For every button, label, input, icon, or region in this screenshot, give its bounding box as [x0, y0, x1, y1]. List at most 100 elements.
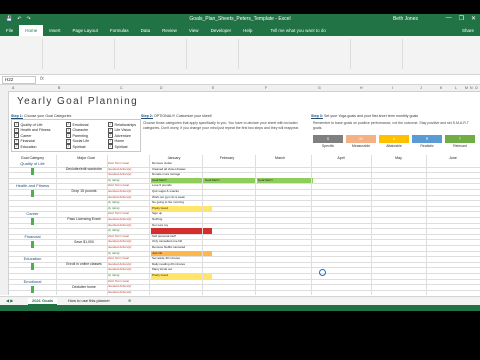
page-title: Yearly Goal Planning	[17, 96, 139, 107]
major-goal-cell[interactable]: Pass Licensing Exam	[61, 217, 107, 222]
minimize-icon[interactable]: —	[446, 15, 452, 22]
category-label: Parenting	[72, 133, 88, 138]
category-checkbox[interactable]: ✓ Life Vision	[108, 127, 132, 133]
goal-category-label: Career	[26, 211, 39, 217]
category-checkbox[interactable]: ✓ Health and Fitness	[14, 127, 50, 133]
goal-category-label: Quality of Life	[20, 161, 45, 166]
smart-letter-box: S	[313, 135, 343, 143]
tab-view[interactable]: View	[183, 28, 205, 33]
tab-data[interactable]: Data	[135, 28, 157, 33]
font-group[interactable]	[44, 39, 115, 69]
tab-page-layout[interactable]: Page Layout	[67, 28, 104, 33]
close-icon[interactable]: ✕	[471, 15, 476, 22]
tab-help[interactable]: Help	[237, 28, 258, 33]
tab-home[interactable]: Home	[19, 25, 44, 36]
major-goal-cell[interactable]: Enroll in online classes	[61, 262, 107, 267]
sheet-tabs: ◀ ▶ 2021 Goals How to use this planner ⊕	[0, 296, 480, 305]
clipboard-group[interactable]	[2, 39, 43, 69]
category-checkbox[interactable]: ✓ Character	[66, 127, 89, 133]
checkbox-icon[interactable]: ✓	[14, 133, 19, 139]
tab-formulas[interactable]: Formulas	[104, 28, 135, 33]
category-checkbox[interactable]: ✓ Spiritual	[108, 144, 128, 150]
goal-category-label: Education	[23, 256, 42, 262]
major-goal-cell[interactable]: Drop 15 pounds	[61, 189, 107, 194]
fx-icon[interactable]: fx	[40, 76, 44, 82]
checkbox-icon[interactable]: ✓	[14, 144, 19, 150]
smart-letter-box: R	[412, 135, 442, 143]
category-checklist: ✓ Quality of Life ✓ Health and Fitness ✓ Care…	[11, 119, 141, 152]
progress-gauge-icon	[31, 263, 34, 271]
share-button[interactable]: Share	[462, 28, 474, 33]
cells-group[interactable]	[352, 39, 403, 69]
checkbox-icon[interactable]: ✓	[14, 122, 19, 127]
category-checkbox[interactable]: ✓ Financial	[14, 138, 35, 144]
category-checkbox[interactable]: ✓ Social Life	[66, 138, 89, 144]
alignment-group[interactable]	[116, 39, 187, 69]
progress-gauge-icon	[31, 190, 34, 198]
tab-review[interactable]: Review	[156, 28, 183, 33]
smart-label: Measurable	[351, 144, 371, 148]
category-label: Emotional	[72, 122, 89, 127]
smart-label: Realistic	[420, 144, 434, 148]
category-label: Education	[20, 144, 37, 149]
worksheet[interactable]: Yearly Goal Planning Step 1: Choose your…	[9, 91, 480, 295]
category-label: Life Vision	[114, 128, 132, 133]
tab-developer[interactable]: Developer	[205, 28, 238, 33]
styles-group[interactable]	[240, 39, 351, 69]
tell-me-search[interactable]: Tell me what you want to do	[270, 28, 326, 33]
row-type-label: Intended Action(s):	[107, 289, 133, 294]
gridline	[56, 155, 57, 295]
gridline	[311, 155, 312, 295]
sheet-tab-how-to[interactable]: How to use this planner	[64, 298, 114, 304]
major-goal-cell[interactable]: Save $1,000	[61, 240, 107, 245]
checkbox-icon[interactable]: ✓	[66, 138, 71, 144]
number-group[interactable]	[188, 39, 239, 69]
ribbon-tabs: File Home Insert Page Layout Formulas Da…	[0, 25, 480, 36]
checkbox-icon[interactable]: ✓	[66, 122, 71, 127]
smart-letter-box: T	[445, 135, 475, 143]
category-checkbox[interactable]: ✓ Quality of Life	[14, 122, 42, 127]
sheet-tab-2021-goals[interactable]: 2021 Goals	[28, 298, 58, 305]
category-checkbox[interactable]: ✓ Relationships	[108, 122, 136, 127]
category-checkbox[interactable]: ✓ Parenting	[66, 133, 88, 139]
editing-group[interactable]	[404, 39, 476, 69]
checkbox-icon[interactable]: ✓	[108, 122, 113, 127]
gridline	[255, 155, 256, 295]
checkbox-icon[interactable]: ✓	[108, 144, 113, 150]
checkbox-icon[interactable]: ✓	[14, 127, 19, 133]
category-checkbox[interactable]: ✓ Emotional	[66, 122, 88, 127]
category-checkbox[interactable]: ✓ Spiritual	[66, 144, 85, 150]
table-row: Intended Action(s):	[9, 290, 480, 295]
category-label: Spiritual	[114, 144, 128, 149]
checkbox-icon[interactable]: ✓	[108, 133, 113, 139]
category-label: Financial	[20, 139, 35, 144]
checkbox-icon[interactable]: ✓	[14, 138, 19, 144]
category-checkbox[interactable]: ✓ Home	[108, 138, 124, 144]
tab-insert[interactable]: Insert	[43, 28, 66, 33]
category-label: Character	[72, 128, 89, 133]
category-checkbox[interactable]: ✓ Adventure	[108, 133, 131, 139]
video-letterbox-top	[0, 0, 480, 14]
major-goal-cell[interactable]: Declutter/edit wardrobe	[61, 167, 107, 172]
checkbox-icon[interactable]: ✓	[108, 138, 113, 144]
scroll-left-icon[interactable]: ◀ ▶	[2, 298, 17, 304]
goal-category-label: Financial	[24, 233, 41, 239]
add-sheet-icon[interactable]: ⊕	[124, 298, 135, 304]
category-checkbox[interactable]: ✓ Career	[14, 133, 32, 139]
category-checkbox[interactable]: ✓ Education	[14, 144, 37, 150]
maximize-icon[interactable]: ❐	[459, 15, 464, 22]
checkbox-icon[interactable]: ✓	[108, 127, 113, 133]
january-cell[interactable]	[151, 290, 212, 295]
user-name[interactable]: Beth Jones	[393, 16, 418, 22]
major-goal-cell[interactable]: Declutter home	[61, 285, 107, 290]
step2-description: Choose those categories that apply speci…	[143, 121, 300, 130]
category-label: Relationships	[114, 122, 137, 127]
checkbox-icon[interactable]: ✓	[66, 133, 71, 139]
tab-file[interactable]: File	[0, 28, 19, 33]
name-box[interactable]: H22	[2, 76, 36, 84]
checkbox-icon[interactable]: ✓	[66, 127, 71, 133]
window-controls: — ❐ ✕	[446, 15, 476, 22]
formula-bar: H22 fx	[0, 75, 480, 85]
smart-label: Specific	[321, 144, 335, 148]
checkbox-icon[interactable]: ✓	[66, 144, 71, 150]
